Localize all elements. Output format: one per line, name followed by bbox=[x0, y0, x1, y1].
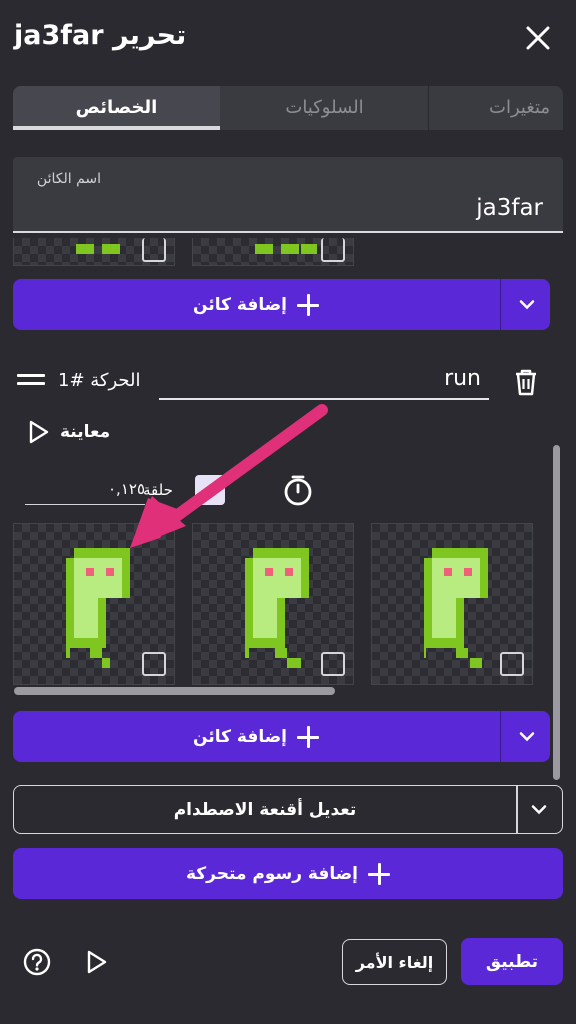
help-icon[interactable] bbox=[23, 948, 51, 980]
chevron-down-icon[interactable] bbox=[518, 727, 536, 746]
frame-select-checkbox[interactable] bbox=[142, 652, 166, 676]
dialog-title: تحرير ja3far bbox=[14, 20, 187, 51]
animation-number-label: الحركة #1 bbox=[58, 370, 141, 391]
preview-label: معاينة bbox=[60, 422, 111, 442]
add-animations-button[interactable]: إضافة رسوم متحركة bbox=[13, 848, 563, 899]
drag-handle-icon[interactable] bbox=[17, 372, 47, 392]
add-object-split-button: إضافة كائن bbox=[13, 711, 550, 762]
sprite-frame-partial[interactable] bbox=[192, 238, 354, 266]
chevron-down-icon[interactable] bbox=[518, 295, 536, 314]
animation-name-value[interactable]: run bbox=[444, 366, 481, 391]
vertical-scrollbar[interactable] bbox=[553, 445, 560, 780]
collision-masks-label: تعديل أقنعة الاصطدام bbox=[173, 799, 357, 820]
close-icon[interactable] bbox=[524, 24, 552, 52]
frame-select-checkbox[interactable] bbox=[142, 238, 166, 262]
frame-select-checkbox[interactable] bbox=[500, 652, 524, 676]
add-object-button[interactable]: إضافة كائن bbox=[13, 711, 499, 762]
frame-select-checkbox[interactable] bbox=[321, 652, 345, 676]
add-object-label: إضافة كائن bbox=[193, 726, 287, 747]
cancel-button[interactable]: إلغاء الأمر bbox=[342, 939, 447, 985]
animation-name-field[interactable]: run bbox=[159, 362, 489, 400]
frame-select-checkbox[interactable] bbox=[321, 238, 345, 262]
chevron-down-icon[interactable] bbox=[530, 800, 548, 819]
annotation-arrow bbox=[130, 404, 328, 548]
add-object-button[interactable]: إضافة كائن bbox=[13, 279, 499, 330]
plus-icon bbox=[296, 725, 319, 748]
tab-behaviors[interactable]: السلوكيات bbox=[221, 86, 428, 130]
play-icon bbox=[29, 420, 49, 444]
sprite-frame-partial[interactable] bbox=[13, 238, 175, 266]
cancel-label: إلغاء الأمر bbox=[355, 952, 434, 972]
plus-icon bbox=[296, 293, 319, 316]
object-name-value[interactable]: ja3far bbox=[476, 195, 543, 221]
apply-button[interactable]: تطبيق bbox=[461, 938, 563, 985]
preview-button[interactable]: معاينة bbox=[28, 420, 110, 444]
add-animations-label: إضافة رسوم متحركة bbox=[185, 863, 359, 884]
collision-masks-split-button: تعديل أقنعة الاصطدام bbox=[13, 785, 563, 834]
object-name-field[interactable]: اسم الكائن ja3far bbox=[13, 157, 563, 233]
tab-variables[interactable]: متغيرات bbox=[429, 86, 563, 130]
add-object-split-button: إضافة كائن bbox=[13, 279, 550, 330]
object-name-label: اسم الكائن bbox=[36, 171, 101, 187]
apply-label: تطبيق bbox=[485, 951, 539, 972]
tab-properties[interactable]: الخصائص bbox=[13, 86, 220, 130]
edit-collision-masks-button[interactable]: تعديل أقنعة الاصطدام bbox=[14, 786, 516, 833]
play-icon[interactable] bbox=[85, 949, 109, 979]
tab-bar: الخصائص السلوكيات متغيرات bbox=[13, 86, 563, 130]
trash-icon[interactable] bbox=[513, 368, 539, 400]
plus-icon bbox=[368, 862, 391, 885]
add-object-label: إضافة كائن bbox=[193, 294, 287, 315]
horizontal-scrollbar[interactable] bbox=[14, 687, 335, 695]
sprite-frame-3[interactable] bbox=[371, 523, 533, 685]
